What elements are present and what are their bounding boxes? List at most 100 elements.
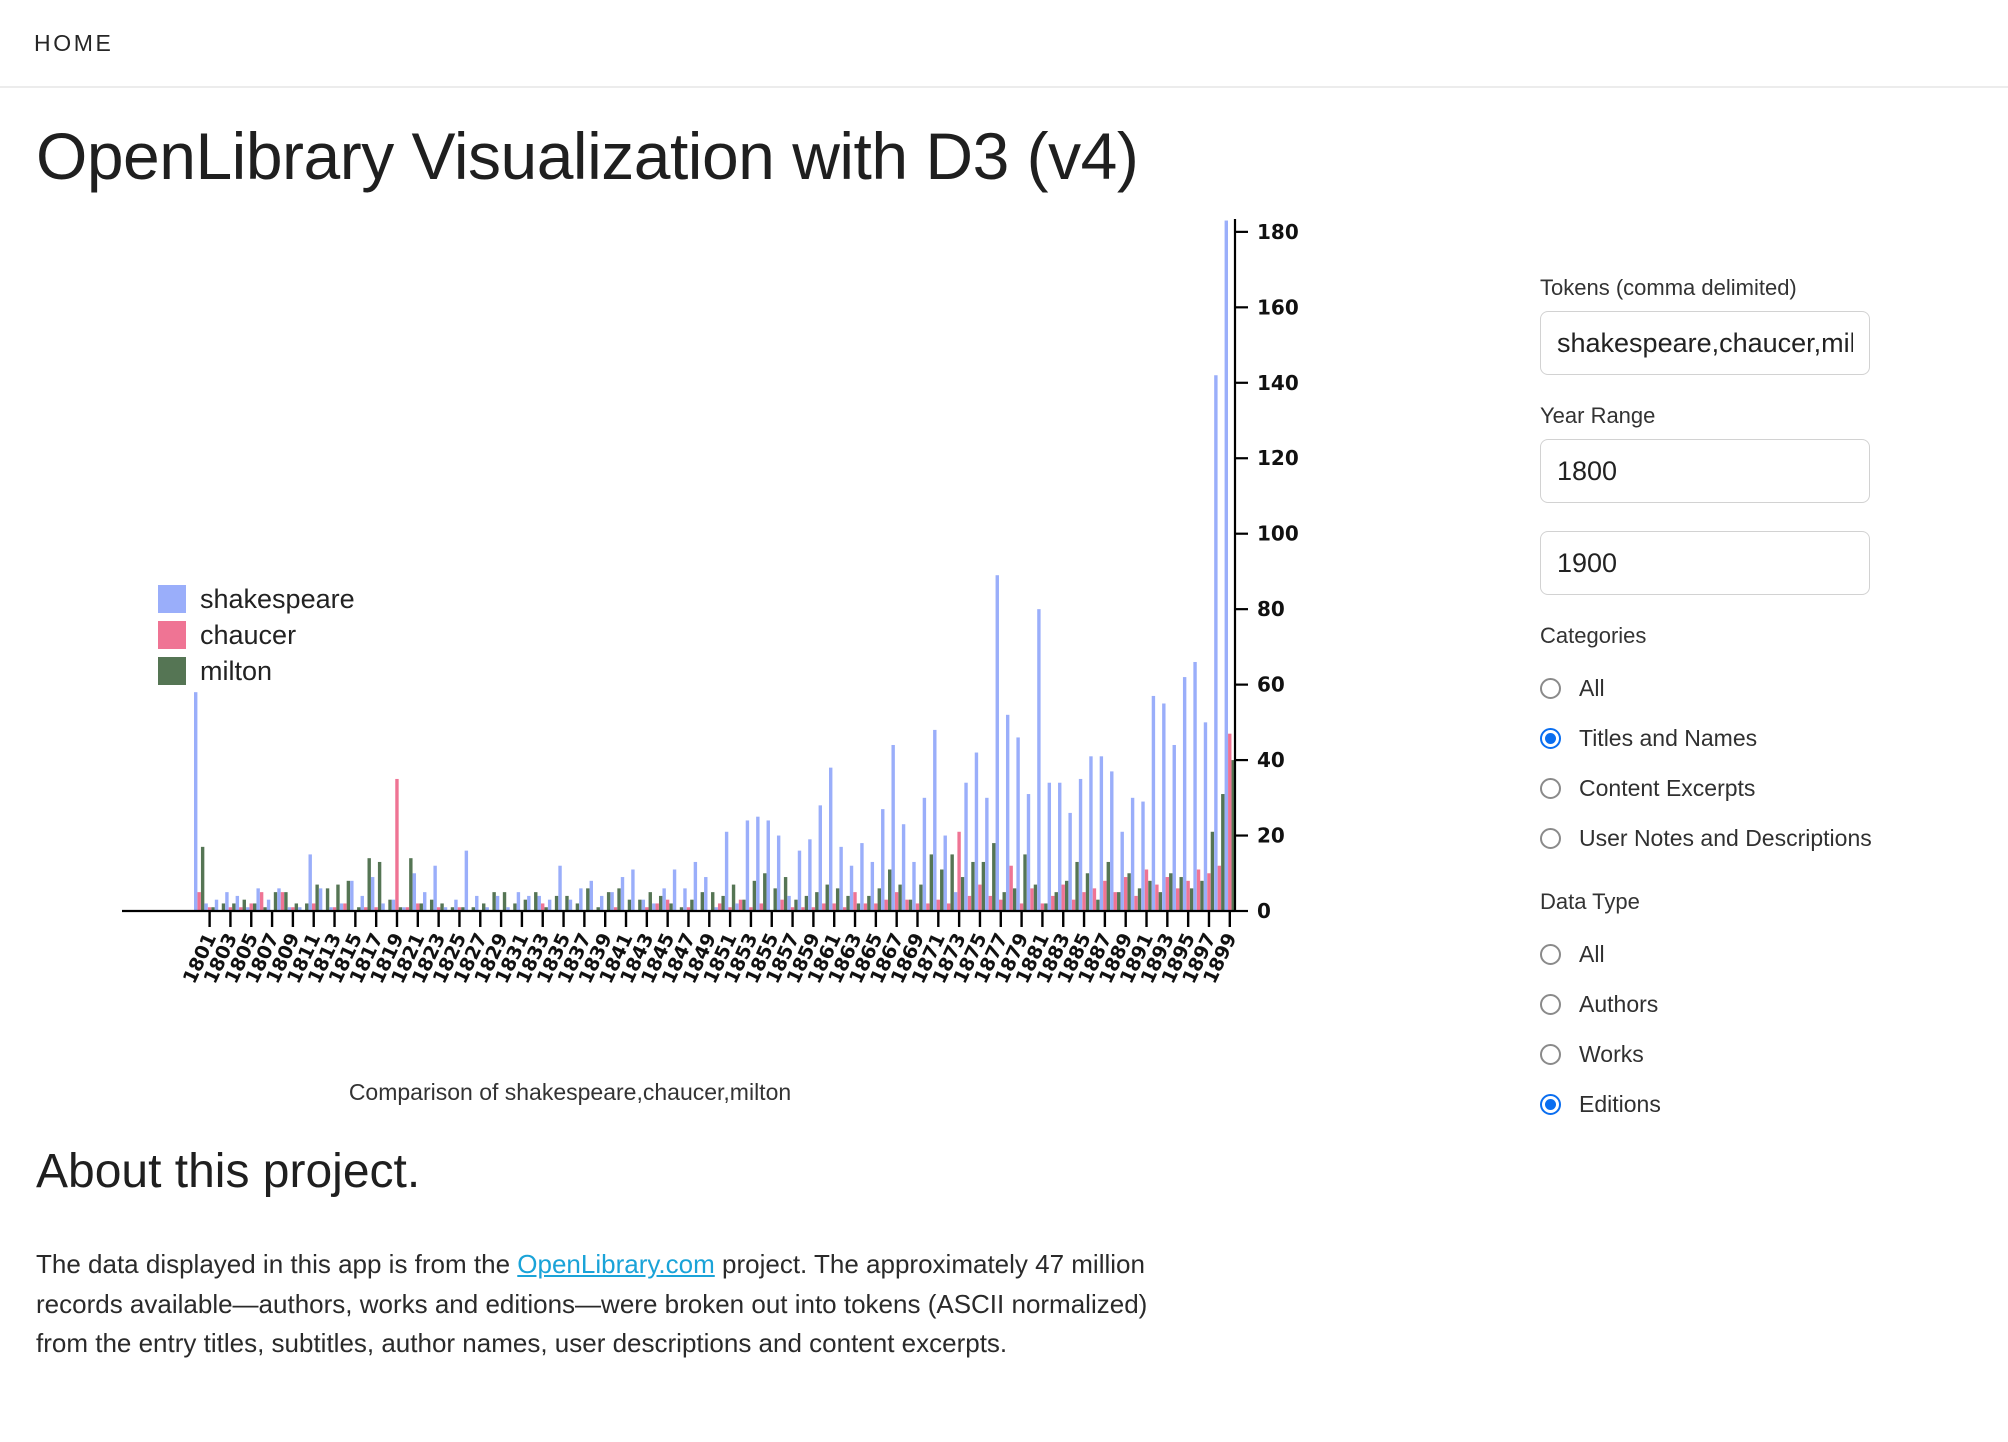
bar-chaucer-1895 bbox=[1186, 881, 1190, 912]
bar-milton-1868 bbox=[908, 899, 913, 912]
bar-chaucer-1889 bbox=[1123, 877, 1128, 912]
categories-option-user-notes-and-descriptions[interactable]: User Notes and Descriptions bbox=[1540, 813, 2008, 863]
bar-shakespeare-1883 bbox=[1058, 783, 1062, 912]
bar-milton-1807 bbox=[273, 892, 278, 912]
bar-shakespeare-1865 bbox=[870, 862, 875, 912]
bar-milton-1845 bbox=[669, 903, 673, 912]
bar-shakespeare-1877 bbox=[995, 575, 999, 912]
data-type-option-authors[interactable]: Authors bbox=[1540, 979, 2008, 1029]
bar-shakespeare-1867 bbox=[891, 745, 895, 912]
bar-shakespeare-1875 bbox=[974, 752, 979, 912]
bar-chaucer-1872 bbox=[946, 903, 951, 912]
openlibrary-link[interactable]: OpenLibrary.com bbox=[517, 1249, 715, 1279]
bar-milton-1883 bbox=[1064, 881, 1069, 912]
data-type-option-works[interactable]: Works bbox=[1540, 1029, 2008, 1079]
bar-chaucer-1882 bbox=[1051, 896, 1055, 912]
bar-milton-1841 bbox=[627, 899, 632, 912]
bar-chaucer-1891 bbox=[1144, 869, 1149, 912]
bar-milton-1886 bbox=[1096, 899, 1100, 912]
categories-option-content-excerpts[interactable]: Content Excerpts bbox=[1540, 763, 2008, 813]
bar-milton-1843 bbox=[648, 892, 652, 912]
bar-milton-1863 bbox=[856, 903, 861, 912]
bar-chaucer-1890 bbox=[1134, 896, 1138, 912]
bar-milton-1897 bbox=[1210, 832, 1215, 912]
year-start-input[interactable] bbox=[1540, 439, 1870, 504]
bar-shakespeare-1885 bbox=[1078, 779, 1083, 912]
radio-button-icon[interactable] bbox=[1540, 1093, 1561, 1115]
bar-shakespeare-1897 bbox=[1203, 722, 1208, 912]
y-tick-label: 40 bbox=[1257, 748, 1285, 772]
bar-milton-1881 bbox=[1044, 903, 1048, 912]
page-title: OpenLibrary Visualization with D3 (v4) bbox=[36, 119, 1139, 193]
bar-shakespeare-1801 bbox=[204, 903, 208, 912]
bar-chaucer-1814 bbox=[343, 903, 347, 912]
bar-shakespeare-1836 bbox=[568, 899, 573, 912]
bar-shakespeare-1822 bbox=[423, 892, 427, 912]
bar-shakespeare-1802 bbox=[214, 899, 219, 912]
bar-shakespeare-1892 bbox=[1151, 696, 1156, 912]
bar-shakespeare-1812 bbox=[318, 888, 323, 912]
bar-shakespeare-1866 bbox=[881, 809, 885, 912]
tokens-label: Tokens (comma delimited) bbox=[1540, 275, 1797, 301]
bar-chaucer-1808 bbox=[280, 892, 285, 912]
bar-milton-1880 bbox=[1033, 884, 1038, 912]
legend-item-milton: milton bbox=[158, 653, 355, 689]
radio-button-icon[interactable] bbox=[1540, 1043, 1561, 1065]
radio-button-icon[interactable] bbox=[1540, 727, 1561, 749]
bar-chaucer-1875 bbox=[978, 884, 982, 912]
bar-shakespeare-1800 bbox=[194, 692, 198, 912]
bar-chaucer-1884 bbox=[1071, 899, 1076, 912]
bar-shakespeare-1819 bbox=[391, 899, 396, 912]
bar-milton-1821 bbox=[419, 903, 423, 912]
radio-button-icon[interactable] bbox=[1540, 677, 1561, 699]
bar-shakespeare-1873 bbox=[953, 892, 958, 912]
bar-chaucer-1852 bbox=[738, 899, 743, 912]
bar-shakespeare-1832 bbox=[527, 896, 531, 912]
bar-milton-1835 bbox=[565, 896, 569, 912]
bar-chaucer-1868 bbox=[905, 899, 909, 912]
bar-chaucer-1892 bbox=[1155, 884, 1159, 912]
bar-shakespeare-1860 bbox=[818, 805, 822, 912]
nav-link-home[interactable]: HOME bbox=[34, 30, 113, 57]
bar-shakespeare-1893 bbox=[1162, 703, 1166, 912]
bar-shakespeare-1890 bbox=[1130, 798, 1135, 912]
bar-milton-1866 bbox=[888, 869, 892, 912]
about-paragraph: The data displayed in this app is from t… bbox=[36, 1245, 1156, 1364]
bar-shakespeare-1825 bbox=[454, 899, 458, 912]
data-type-option-editions[interactable]: Editions bbox=[1540, 1079, 2008, 1129]
radio-button-icon[interactable] bbox=[1540, 943, 1561, 965]
bar-shakespeare-1878 bbox=[1005, 715, 1010, 912]
bar-shakespeare-1858 bbox=[797, 850, 802, 912]
bar-milton-1842 bbox=[638, 899, 642, 912]
bar-shakespeare-1816 bbox=[360, 896, 364, 912]
bar-chaucer-1861 bbox=[832, 903, 836, 912]
data-type-option-all[interactable]: All bbox=[1540, 929, 2008, 979]
about-text-before-link: The data displayed in this app is from t… bbox=[36, 1249, 518, 1280]
bar-chaucer-1876 bbox=[988, 896, 993, 912]
tokens-input[interactable] bbox=[1540, 311, 1870, 376]
radio-button-icon[interactable] bbox=[1540, 777, 1561, 799]
bar-milton-1889 bbox=[1127, 873, 1131, 912]
y-tick-label: 0 bbox=[1257, 899, 1271, 923]
year-end-input[interactable] bbox=[1540, 531, 1870, 596]
bar-shakespeare-1846 bbox=[672, 869, 677, 912]
bar-milton-1891 bbox=[1148, 881, 1152, 912]
bar-milton-1837 bbox=[586, 888, 590, 912]
data-type-group-label: Data Type bbox=[1540, 889, 1640, 915]
categories-option-titles-and-names[interactable]: Titles and Names bbox=[1540, 713, 2008, 763]
bar-milton-1817 bbox=[377, 862, 382, 912]
bar-milton-1852 bbox=[742, 899, 746, 912]
bar-chaucer-1877 bbox=[999, 899, 1003, 912]
bar-milton-1849 bbox=[711, 892, 715, 912]
radio-label: Content Excerpts bbox=[1579, 774, 1756, 801]
bar-chaucer-1896 bbox=[1196, 869, 1201, 912]
bar-chaucer-1856 bbox=[780, 899, 784, 912]
bar-milton-1814 bbox=[346, 881, 351, 912]
bar-milton-1848 bbox=[700, 892, 705, 912]
radio-button-icon[interactable] bbox=[1540, 827, 1561, 849]
legend-label-chaucer: chaucer bbox=[200, 619, 297, 650]
radio-button-icon[interactable] bbox=[1540, 993, 1561, 1015]
bar-shakespeare-1842 bbox=[631, 869, 635, 912]
bar-shakespeare-1839 bbox=[599, 896, 604, 912]
categories-option-all[interactable]: All bbox=[1540, 663, 2008, 713]
